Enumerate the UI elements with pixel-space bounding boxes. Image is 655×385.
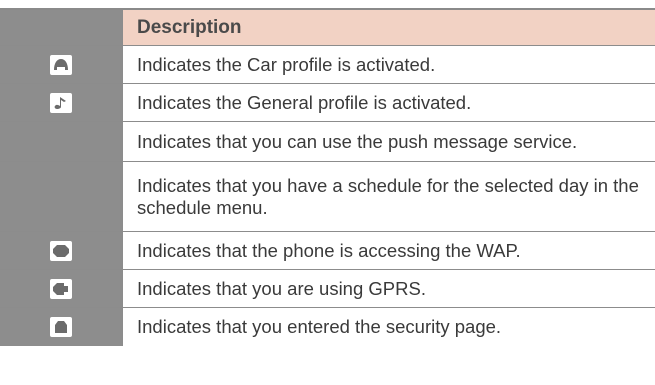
row-description: Indicates that the phone is accessing th… [122,232,655,269]
row-description: Indicates the General profile is activat… [122,84,655,121]
table-row: Indicates that you entered the security … [0,308,655,346]
description-column-header: Description [122,10,655,45]
wap-access-icon [50,240,72,261]
row-description: Indicates the Car profile is activated. [122,46,655,83]
table-row: Indicates the General profile is activat… [0,84,655,122]
icon-description-table: Description Indicates the Car profile is… [0,10,655,346]
gprs-icon [50,278,72,299]
car-profile-icon [50,54,72,75]
table-row: Indicates that the phone is accessing th… [0,232,655,270]
row-description: Indicates that you entered the security … [122,308,655,346]
row-description: Indicates that you can use the push mess… [122,122,655,161]
table-row: Indicates that you have a schedule for t… [0,162,655,232]
table-row: Indicates that you are using GPRS. [0,270,655,308]
icon-column-header [0,10,122,45]
page: Description Indicates the Car profile is… [0,0,655,385]
row-description: Indicates that you have a schedule for t… [122,162,655,231]
table-row: Indicates that you can use the push mess… [0,122,655,162]
general-profile-icon [50,92,72,113]
table-row: Indicates the Car profile is activated. [0,46,655,84]
table-header-row: Description [0,10,655,46]
row-description: Indicates that you are using GPRS. [122,270,655,307]
security-icon [50,317,72,337]
